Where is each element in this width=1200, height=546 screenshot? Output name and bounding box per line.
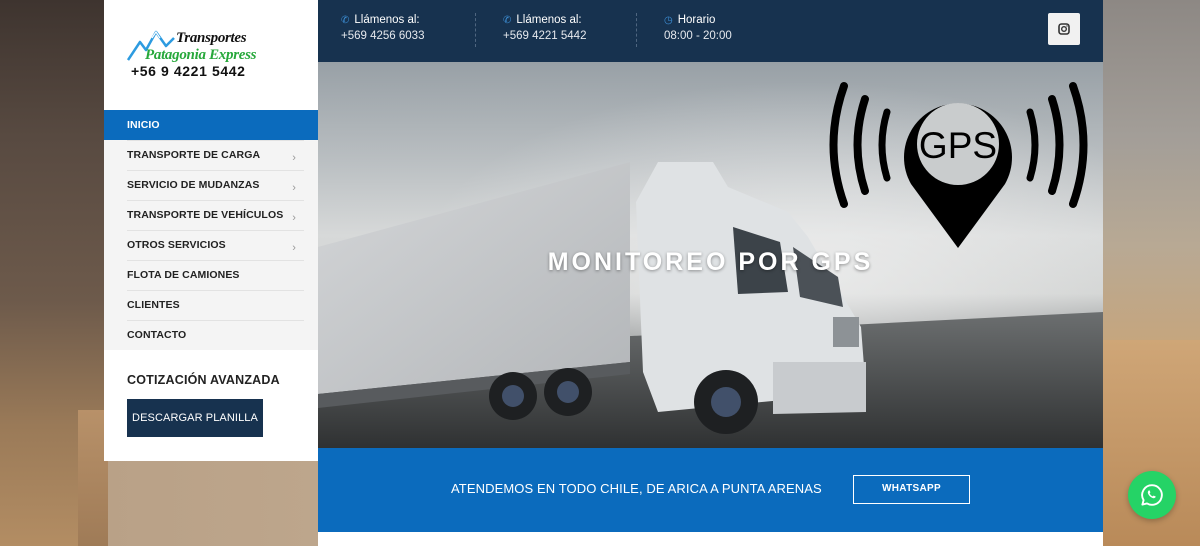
nav-item-clientes[interactable]: CLIENTES bbox=[104, 290, 318, 320]
logo-line-1: Transportes bbox=[176, 30, 247, 46]
download-planilla-button[interactable]: DESCARGAR PLANILLA bbox=[127, 399, 263, 437]
nav-item-inicio[interactable]: INICIO bbox=[104, 110, 318, 140]
whatsapp-icon bbox=[1141, 484, 1163, 506]
phone-icon: ✆ bbox=[503, 15, 512, 26]
main-nav: INICIO TRANSPORTE DE CARGA › SERVICIO DE… bbox=[104, 110, 318, 350]
contact-phone-1[interactable]: ✆ Llámenos al: +569 4256 6033 bbox=[341, 14, 424, 42]
instagram-button[interactable] bbox=[1048, 13, 1080, 45]
nav-item-label: INICIO bbox=[127, 119, 160, 131]
contact-value: +569 4256 6033 bbox=[341, 30, 425, 42]
nav-item-label: TRANSPORTE DE CARGA bbox=[127, 149, 261, 161]
logo-phone: +56 9 4221 5442 bbox=[131, 63, 246, 79]
nav-item-servicio-de-mudanzas[interactable]: SERVICIO DE MUDANZAS › bbox=[104, 170, 318, 200]
hero-title: MONITOREO POR GPS bbox=[547, 248, 874, 276]
nav-item-label: SERVICIO DE MUDANZAS bbox=[127, 179, 260, 191]
whatsapp-float-button[interactable] bbox=[1128, 471, 1176, 519]
gps-badge-text: GPS bbox=[919, 125, 997, 166]
logo-line-2: Patagonia Express bbox=[145, 47, 257, 63]
nav-item-label: FLOTA DE CAMIONES bbox=[127, 269, 240, 281]
contact-hours: ◷ Horario 08:00 - 20:00 bbox=[664, 14, 732, 42]
instagram-icon bbox=[1058, 23, 1070, 35]
chevron-right-icon: › bbox=[292, 182, 296, 194]
nav-item-label: CONTACTO bbox=[127, 329, 187, 341]
contact-label: Llámenos al: bbox=[354, 14, 420, 26]
content-area bbox=[318, 532, 1103, 546]
nav-item-label: CLIENTES bbox=[127, 299, 180, 311]
contact-value: 08:00 - 20:00 bbox=[664, 30, 732, 42]
nav-item-label: OTROS SERVICIOS bbox=[127, 239, 226, 251]
nav-item-transporte-de-vehiculos[interactable]: TRANSPORTE DE VEHÍCULOS › bbox=[104, 200, 318, 230]
nav-item-transporte-de-carga[interactable]: TRANSPORTE DE CARGA › bbox=[104, 140, 318, 170]
top-contact-bar: ✆ Llámenos al: +569 4256 6033 ✆ Llámenos a… bbox=[318, 0, 1103, 62]
contact-label: Llámenos al: bbox=[516, 14, 582, 26]
contact-value: +569 4221 5442 bbox=[503, 30, 587, 42]
coverage-text: ATENDEMOS EN TODO CHILE, DE ARICA A PUNT… bbox=[451, 481, 822, 496]
coverage-banner: ATENDEMOS EN TODO CHILE, DE ARICA A PUNT… bbox=[318, 448, 1103, 532]
nav-item-flota-de-camiones[interactable]: FLOTA DE CAMIONES bbox=[104, 260, 318, 290]
nav-item-contacto[interactable]: CONTACTO bbox=[104, 320, 318, 350]
hero-slider: GPS MONITOREO POR GPS bbox=[318, 62, 1103, 448]
nav-item-label: TRANSPORTE DE VEHÍCULOS bbox=[127, 209, 284, 221]
divider bbox=[475, 13, 476, 47]
clock-icon: ◷ bbox=[664, 15, 673, 26]
whatsapp-button[interactable]: WHATSAPP bbox=[853, 475, 970, 504]
chevron-right-icon: › bbox=[292, 152, 296, 164]
chevron-right-icon: › bbox=[292, 212, 296, 224]
contact-phone-2[interactable]: ✆ Llámenos al: +569 4221 5442 bbox=[503, 14, 586, 42]
cotizacion-title: COTIZACIÓN AVANZADA bbox=[127, 373, 280, 387]
sidebar: Transportes Patagonia Express +56 9 4221… bbox=[104, 0, 318, 461]
contact-label: Horario bbox=[677, 14, 716, 26]
divider bbox=[636, 13, 637, 47]
site-logo[interactable]: Transportes Patagonia Express +56 9 4221… bbox=[126, 24, 266, 84]
phone-icon: ✆ bbox=[341, 15, 350, 26]
chevron-right-icon: › bbox=[292, 242, 296, 254]
nav-item-otros-servicios[interactable]: OTROS SERVICIOS › bbox=[104, 230, 318, 260]
